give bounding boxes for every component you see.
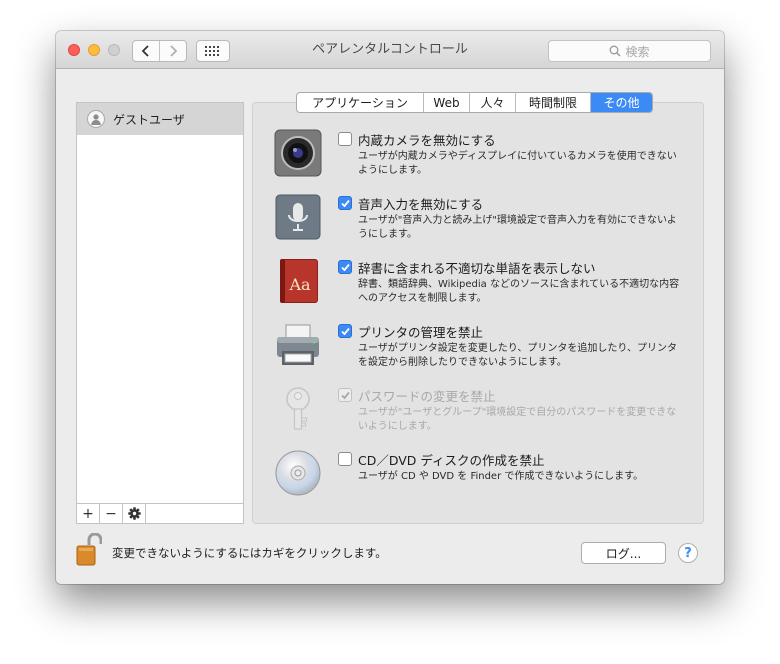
back-forward-buttons xyxy=(132,40,187,62)
tab-time-limits[interactable]: 時間制限 xyxy=(515,93,590,112)
password-checkbox[interactable] xyxy=(338,388,352,402)
key-icon xyxy=(286,387,310,430)
option-block-disc-burning: CD／DVD ディスクの作成を禁止 ユーザが CD や DVD を Finder… xyxy=(274,449,704,509)
user-list-toolbar: + − xyxy=(76,503,244,524)
option-description: ユーザが CD や DVD を Finder で作成できないようにします。 xyxy=(358,471,644,482)
close-window-button[interactable] xyxy=(68,44,80,56)
back-button[interactable] xyxy=(133,41,159,61)
option-block-password-change: パスワードの変更を禁止 ユーザが"ユーザとグループ"環境設定で自分のパスワードを… xyxy=(274,385,704,445)
magnifier-icon xyxy=(610,45,622,57)
lock-message: 変更できないようにするにはカギをクリックします。 xyxy=(112,546,387,560)
window-title: ペアレンタルコントロール xyxy=(312,42,468,57)
user-list-item[interactable]: ゲストユーザ xyxy=(77,103,243,135)
search-field[interactable]: 検索 xyxy=(548,40,711,62)
preferences-window: ペアレンタルコントロール 検索 ゲストユーザ + − アプリケーション Web … xyxy=(56,31,724,584)
tab-people[interactable]: 人々 xyxy=(469,93,515,112)
profanity-checkbox[interactable] xyxy=(338,260,352,274)
gear-icon xyxy=(127,507,141,520)
zoom-window-button[interactable] xyxy=(108,44,120,56)
disc-checkbox[interactable] xyxy=(338,452,352,466)
microphone-icon xyxy=(275,194,321,240)
grid-icon xyxy=(205,46,219,56)
option-title: パスワードの変更を禁止 xyxy=(358,389,496,404)
chevron-left-icon xyxy=(141,45,149,57)
option-title: CD／DVD ディスクの作成を禁止 xyxy=(358,453,545,468)
dictation-checkbox[interactable] xyxy=(338,196,352,210)
forward-button[interactable] xyxy=(159,41,186,61)
add-user-button[interactable]: + xyxy=(77,504,100,523)
tab-bar: アプリケーション Web 人々 時間制限 その他 xyxy=(296,92,653,113)
option-title: 辞書に含まれる不適切な単語を表示しない xyxy=(358,261,596,276)
option-hide-profanity: Aa 辞書に含まれる不適切な単語を表示しない 辞書、類語辞典、Wikipedia… xyxy=(274,257,704,317)
user-name: ゲストユーザ xyxy=(113,112,185,127)
option-description: 辞書、類語辞典、Wikipedia などのソースに含まれている不適切な内容へのア… xyxy=(358,279,680,304)
printer-icon xyxy=(277,324,319,365)
camera-checkbox[interactable] xyxy=(338,132,352,146)
camera-icon xyxy=(274,129,322,177)
dictionary-icon: Aa xyxy=(280,259,318,303)
tab-web[interactable]: Web xyxy=(423,93,469,112)
remove-user-button[interactable]: − xyxy=(100,504,123,523)
option-description: ユーザが"ユーザとグループ"環境設定で自分のパスワードを変更できないようにします… xyxy=(358,407,677,432)
help-button[interactable]: ? xyxy=(678,543,698,563)
unlocked-padlock-icon[interactable] xyxy=(76,533,102,567)
checkmark-icon xyxy=(340,263,350,271)
user-avatar-icon xyxy=(87,110,105,128)
option-disable-dictation: 音声入力を無効にする ユーザが"音声入力と読み上げ"環境設定で音声入力を有効にで… xyxy=(274,193,704,253)
disc-icon xyxy=(275,450,321,496)
tab-applications[interactable]: アプリケーション xyxy=(297,93,423,112)
search-placeholder: 検索 xyxy=(625,44,650,59)
tab-other[interactable]: その他 xyxy=(590,93,652,112)
checkmark-icon xyxy=(340,327,350,335)
option-title: プリンタの管理を禁止 xyxy=(358,325,484,340)
checkmark-icon xyxy=(340,199,350,207)
option-title: 内蔵カメラを無効にする xyxy=(358,133,496,148)
option-block-printer-admin: プリンタの管理を禁止 ユーザがプリンタ設定を変更したり、プリンタを追加したり、プ… xyxy=(274,321,704,381)
option-title: 音声入力を無効にする xyxy=(358,197,484,212)
chevron-right-icon xyxy=(170,45,178,57)
minimize-window-button[interactable] xyxy=(88,44,100,56)
logs-button[interactable]: ログ... xyxy=(581,542,666,564)
show-all-button[interactable] xyxy=(196,40,230,62)
action-menu-button[interactable] xyxy=(123,504,146,523)
option-description: ユーザがプリンタ設定を変更したり、プリンタを追加したり、プリンタを設定から削除し… xyxy=(358,343,677,368)
user-list: ゲストユーザ xyxy=(76,102,244,504)
checkmark-icon xyxy=(340,391,350,399)
option-description: ユーザが内蔵カメラやディスプレイに付いているカメラを使用できないようにします。 xyxy=(358,151,677,176)
option-description: ユーザが"音声入力と読み上げ"環境設定で音声入力を有効にできないようにします。 xyxy=(358,215,677,240)
option-disable-camera: 内蔵カメラを無効にする ユーザが内蔵カメラやディスプレイに付いているカメラを使用… xyxy=(274,129,704,189)
title-bar: ペアレンタルコントロール 検索 xyxy=(56,31,724,69)
svg-text:Aa: Aa xyxy=(288,275,311,294)
printer-checkbox[interactable] xyxy=(338,324,352,338)
